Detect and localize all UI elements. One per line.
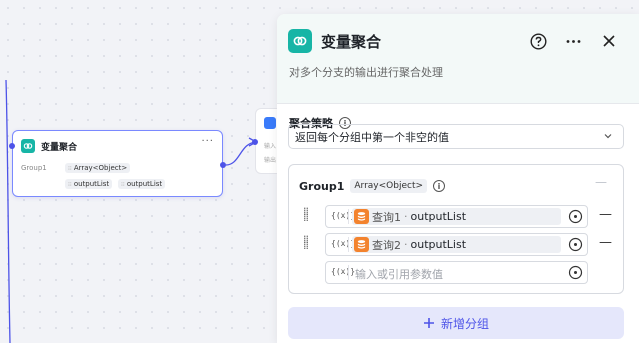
add-group-button[interactable]: 新增分组 [288,307,624,339]
input-placeholder: 输入或引用参数值 [355,268,443,281]
panel-title: 变量聚合 [321,33,382,51]
next-node-input-port[interactable] [252,139,258,145]
variable-aggregate-node[interactable]: 变量聚合 ··· Group1 ⁝⁝ Array<Object> ⁝⁝ output… [9,130,226,197]
ref-variable: outputList [410,210,467,223]
group-type-tag: Array<Object> [350,179,428,193]
variable-input-field[interactable]: {(x)} 输入或引用参数值 [325,261,588,284]
node-var-2: ⁝⁝ outputList [118,179,166,189]
drag-handle-icon[interactable]: ⁞⁞ ⁞⁞ [303,234,309,251]
target-icon[interactable] [568,265,583,280]
target-icon[interactable] [568,237,583,252]
drag-handle-icon[interactable]: ⁞⁞ ⁞⁞ [303,206,309,223]
node-title: 变量聚合 [41,142,78,153]
group-name: Group1 [299,179,345,193]
ref-source: 查询2 [372,238,401,252]
variable-ref-field[interactable]: {(x)} 查询1 · outputList [325,205,588,228]
more-icon[interactable] [564,32,582,50]
plus-icon [423,318,434,328]
node-config-panel: 变量聚合 对多个分支的输出进行聚合处理 聚合策略 i 返回每个分组中第一个非空的… [277,14,639,343]
aggregate-icon [288,29,312,53]
aggregate-icon [21,139,35,153]
panel-description: 对多个分支的输出进行聚合处理 [289,66,443,79]
add-group-label: 新增分组 [440,316,489,331]
close-icon[interactable] [600,32,618,50]
chevron-down-icon [604,134,612,139]
next-node-output-label: 输出 [264,157,277,164]
target-icon[interactable] [568,209,583,224]
expression-icon: {(x)} [331,267,356,276]
node-var-1: ⁝⁝ outputList [65,179,113,189]
variable-row: ⁞⁞ ⁞⁞ {(x)} 查询1 · outputList — [303,205,623,228]
database-icon [354,209,369,224]
help-icon[interactable] [529,32,547,50]
node-group-label: Group1 [21,164,47,172]
remove-variable-button[interactable]: — [599,207,612,222]
output-port[interactable] [220,162,226,168]
aggregate-group: Group1 Array<Object> i — ⁞⁞ ⁞⁞ {(x)} 查询1 … [288,164,624,294]
panel-header: 变量聚合 对多个分支的输出进行聚合处理 [277,14,639,104]
variable-row: ⁞⁞ ⁞⁞ {(x)} 查询2 · outputList — [303,233,623,256]
variable-ref-field[interactable]: {(x)} 查询2 · outputList [325,233,588,256]
variable-row-empty: {(x)} 输入或引用参数值 [303,261,623,284]
node-type-tag: ⁝⁝ Array<Object> [65,163,131,173]
info-icon[interactable]: i [433,180,446,192]
incoming-edge [5,79,11,343]
code-icon [264,117,276,129]
outgoing-edge [225,141,257,166]
strategy-select[interactable]: 返回每个分组中第一个非空的值 [288,124,624,149]
node-more-button[interactable]: ··· [201,136,214,147]
next-node-input-label: 输入 [264,143,277,150]
remove-group-button[interactable]: — [595,175,607,189]
input-port[interactable] [9,143,15,149]
database-icon [354,237,369,252]
remove-variable-button[interactable]: — [599,235,612,250]
ref-variable: outputList [410,238,467,251]
strategy-value: 返回每个分组中第一个非空的值 [295,130,449,144]
ref-source: 查询1 [372,210,401,224]
